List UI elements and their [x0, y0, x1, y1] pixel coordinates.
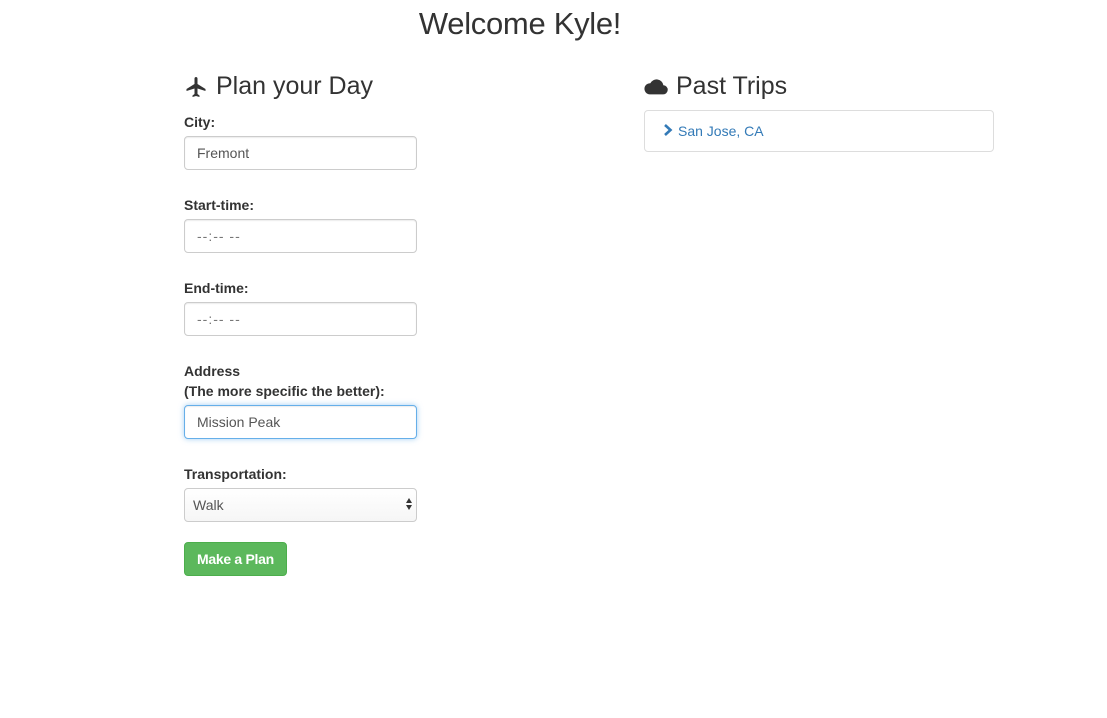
- start-time-value: --:-- --: [197, 228, 241, 244]
- cloud-icon: [644, 78, 668, 96]
- airplane-icon: [184, 75, 208, 99]
- city-input[interactable]: Fremont: [184, 136, 417, 170]
- start-time-label: Start-time:: [184, 197, 255, 213]
- start-time-group: Start-time: --:-- --: [184, 195, 417, 253]
- end-time-input[interactable]: --:-- --: [184, 302, 417, 336]
- past-trips-title: Past Trips: [644, 72, 787, 101]
- address-label-line1: Address: [184, 363, 241, 379]
- address-label: Address (The more specific the better):: [184, 361, 417, 401]
- plan-title-text: Plan your Day: [216, 72, 374, 100]
- trip-item-label: San Jose, CA: [678, 123, 764, 139]
- welcome-heading: Welcome Kyle!: [418, 6, 622, 41]
- city-value: Fremont: [197, 145, 250, 161]
- address-value: Mission Peak: [197, 414, 281, 430]
- page: Welcome Kyle! Plan your Day City: Fremon…: [0, 0, 1107, 718]
- transportation-selected: Walk: [193, 497, 224, 513]
- end-time-value: --:-- --: [197, 311, 241, 327]
- trip-item[interactable]: San Jose, CA: [645, 111, 993, 151]
- address-group: Address (The more specific the better): …: [184, 361, 417, 439]
- past-trips-list: San Jose, CA: [644, 110, 994, 152]
- plan-section-title: Plan your Day: [184, 72, 373, 101]
- address-input[interactable]: Mission Peak: [184, 405, 417, 439]
- transportation-group: Transportation: Walk: [184, 464, 417, 522]
- transportation-select[interactable]: Walk: [184, 488, 417, 522]
- end-time-label: End-time:: [184, 280, 249, 296]
- transportation-label: Transportation:: [184, 466, 287, 482]
- make-plan-button[interactable]: Make a Plan: [184, 542, 287, 576]
- plan-form: City: Fremont Start-time: --:-- -- End-t…: [184, 112, 417, 576]
- city-group: City: Fremont: [184, 112, 417, 170]
- city-label: City:: [184, 114, 216, 130]
- past-trips-title-text: Past Trips: [676, 72, 788, 100]
- chevron-right-icon: [663, 123, 673, 139]
- end-time-group: End-time: --:-- --: [184, 278, 417, 336]
- address-label-line2: (The more specific the better):: [184, 383, 385, 399]
- start-time-input[interactable]: --:-- --: [184, 219, 417, 253]
- select-arrows-icon: [406, 498, 412, 510]
